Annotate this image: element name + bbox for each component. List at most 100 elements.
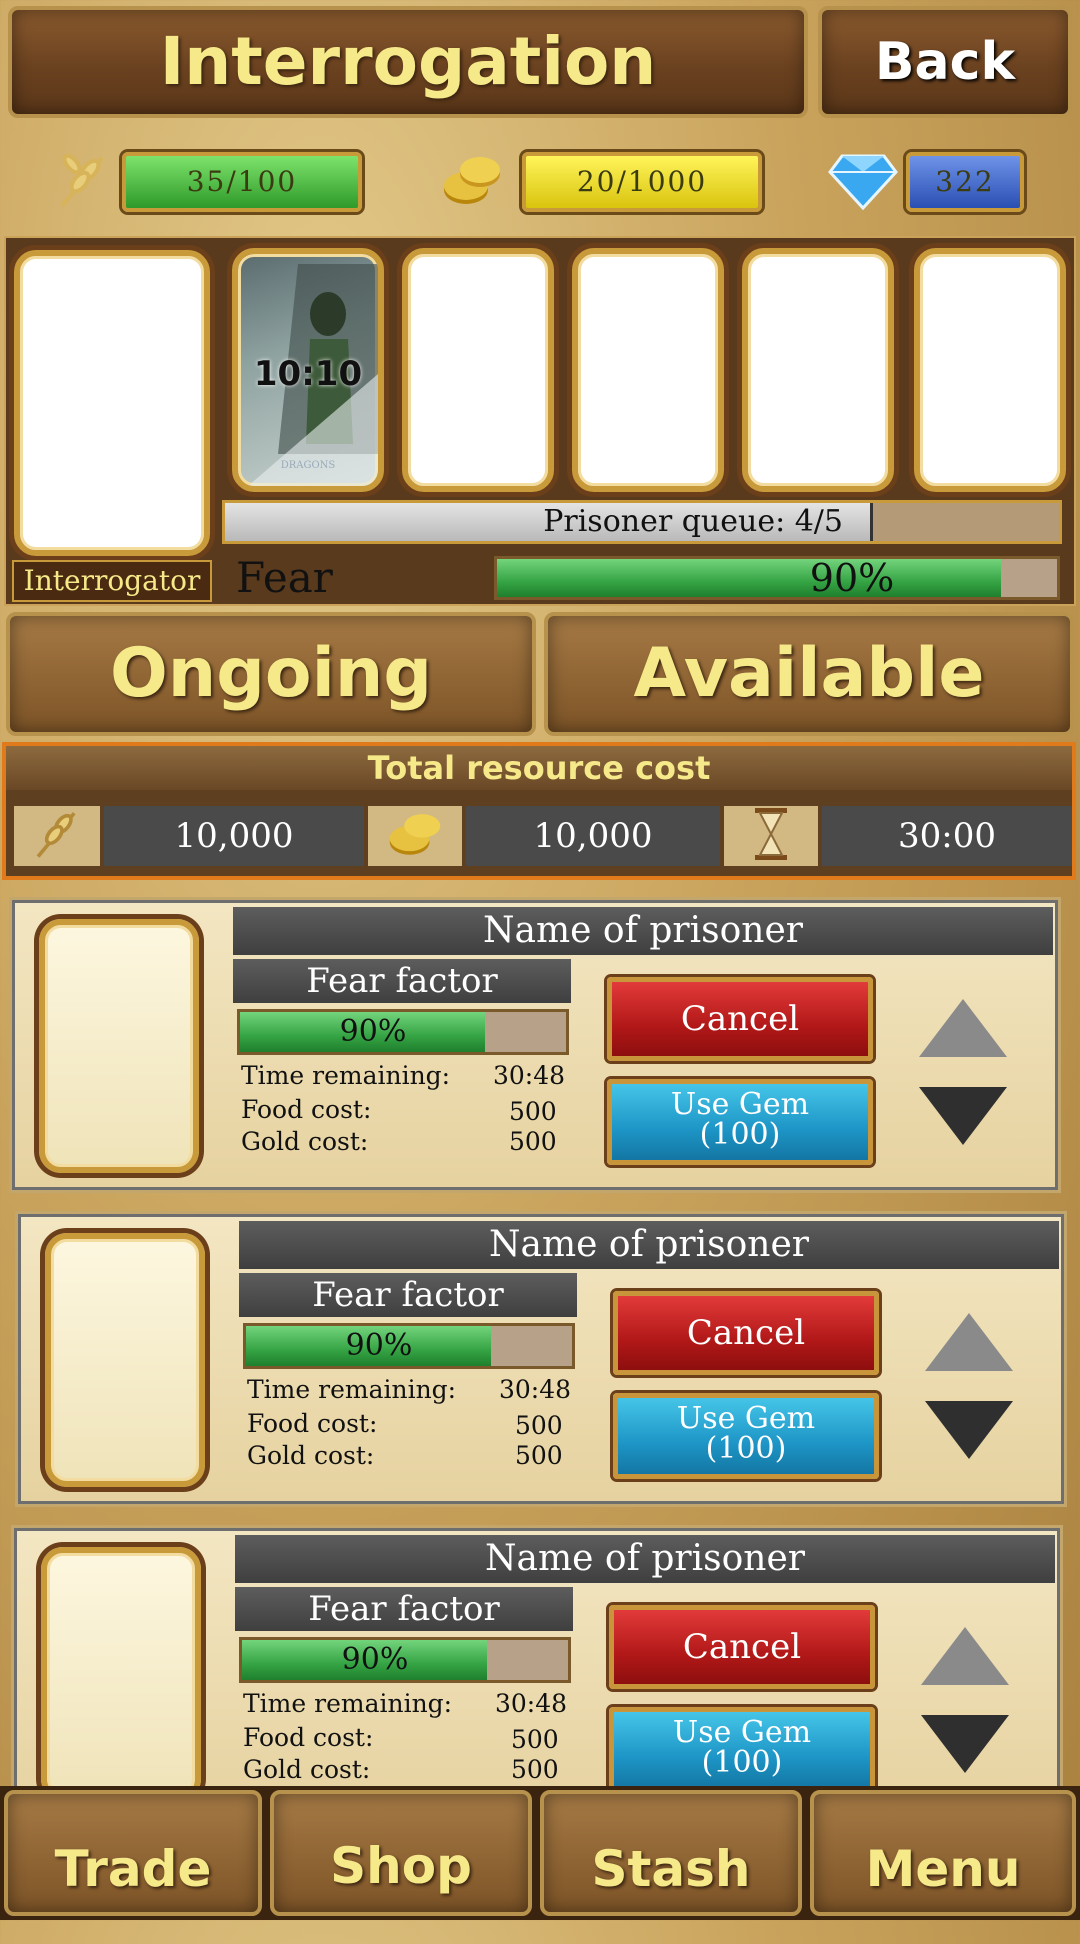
- nav-stash-button[interactable]: Stash: [540, 1790, 802, 1916]
- nav-menu-button[interactable]: Menu: [810, 1790, 1076, 1916]
- cost-wheat-icon: [14, 806, 100, 866]
- back-button[interactable]: Back: [818, 6, 1072, 118]
- use-gem-cost: (100): [699, 1117, 781, 1152]
- use-gem-cost: (100): [705, 1431, 787, 1466]
- tab-ongoing[interactable]: Ongoing: [6, 612, 536, 736]
- nav-shop-button[interactable]: Shop: [270, 1790, 532, 1916]
- tab-ongoing-label: Ongoing: [109, 634, 432, 713]
- prisoner-list-item: Name of prisoner Fear factor 90% Time re…: [12, 900, 1058, 1190]
- fear-factor-value: 90%: [809, 556, 895, 600]
- food-cost-value: 500: [509, 1097, 557, 1126]
- prisoner-portrait-slot[interactable]: [39, 919, 199, 1173]
- cost-food-value: 10,000: [104, 806, 364, 866]
- prisoner-fear-bar: 90%: [243, 1323, 575, 1369]
- food-counter-value: 35/100: [186, 165, 298, 198]
- move-down-arrow-icon[interactable]: [919, 1087, 1007, 1145]
- title-banner: Interrogation: [8, 6, 808, 118]
- gold-cost-label: Gold cost:: [241, 1127, 369, 1156]
- time-remaining-label: Time remaining:: [241, 1061, 451, 1090]
- food-cost-label: Food cost:: [247, 1409, 378, 1438]
- cancel-button[interactable]: Cancel: [613, 1291, 879, 1375]
- cost-coins-icon: [368, 806, 462, 866]
- gold-counter-value: 20/1000: [576, 165, 708, 198]
- tab-available-label: Available: [633, 634, 985, 713]
- gold-cost-label: Gold cost:: [243, 1755, 371, 1784]
- prisoner-name: Name of prisoner: [235, 1535, 1055, 1583]
- wheat-icon: [52, 150, 114, 212]
- nav-shop-label: Shop: [330, 1837, 472, 1895]
- food-cost-value: 500: [511, 1725, 559, 1754]
- queue-timer: 10:10: [253, 354, 363, 394]
- nav-menu-label: Menu: [865, 1840, 1021, 1898]
- move-up-arrow-icon[interactable]: [925, 1313, 1013, 1371]
- prisoner-fear-value: 90%: [345, 1328, 413, 1363]
- cost-gold-value: 10,000: [466, 806, 720, 866]
- queue-slot-3[interactable]: [572, 248, 724, 492]
- move-down-arrow-icon[interactable]: [925, 1401, 1013, 1459]
- prisoner-name: Name of prisoner: [233, 907, 1053, 955]
- time-remaining-value: 30:48: [495, 1689, 568, 1718]
- prisoner-list[interactable]: Name of prisoner Fear factor 90% Time re…: [0, 890, 1080, 1786]
- use-gem-button[interactable]: Use Gem (100): [607, 1079, 873, 1165]
- time-remaining-label: Time remaining:: [243, 1689, 453, 1718]
- gold-cost-value: 500: [509, 1127, 557, 1156]
- prisoner-list-item: Name of prisoner Fear factor 90% Time re…: [18, 1214, 1064, 1504]
- prisoner-name: Name of prisoner: [239, 1221, 1059, 1269]
- use-gem-label: Use Gem: [672, 1715, 812, 1750]
- food-cost-label: Food cost:: [243, 1723, 374, 1752]
- cost-hourglass-icon: [724, 806, 818, 866]
- cancel-button[interactable]: Cancel: [607, 977, 873, 1061]
- prisoner-list-item: Name of prisoner Fear factor 90% Time re…: [14, 1528, 1060, 1786]
- gold-cost-value: 500: [515, 1441, 563, 1470]
- prisoner-fear-bar: 90%: [239, 1637, 571, 1683]
- food-counter: 35/100: [122, 152, 362, 212]
- use-gem-button[interactable]: Use Gem (100): [613, 1393, 879, 1479]
- move-up-arrow-icon[interactable]: [921, 1627, 1009, 1685]
- tab-available[interactable]: Available: [544, 612, 1074, 736]
- prisoner-fear-bar: 90%: [237, 1009, 569, 1055]
- prisoner-fear-value: 90%: [339, 1014, 407, 1049]
- prisoner-queue-label: Prisoner queue: 4/5: [543, 504, 843, 539]
- use-gem-cost: (100): [701, 1745, 783, 1780]
- card-caption: DRAGONS: [280, 460, 336, 471]
- gold-cost-label: Gold cost:: [247, 1441, 375, 1470]
- total-cost-title: Total resource cost: [6, 746, 1072, 790]
- use-gem-button[interactable]: Use Gem (100): [609, 1707, 875, 1786]
- total-cost-panel: Total resource cost 10,000 10,000 30:00: [2, 742, 1076, 880]
- prisoner-portrait-slot[interactable]: [45, 1233, 205, 1487]
- prisoner-portrait-slot[interactable]: [41, 1547, 201, 1786]
- queue-slot-4[interactable]: [742, 248, 894, 492]
- cost-time-value: 30:00: [822, 806, 1072, 866]
- prisoner-fear-value: 90%: [341, 1642, 409, 1677]
- interrogator-label-text: Interrogator: [23, 564, 201, 597]
- page-title: Interrogation: [159, 23, 657, 100]
- food-cost-value: 500: [515, 1411, 563, 1440]
- time-remaining-value: 30:48: [499, 1375, 572, 1404]
- time-remaining-value: 30:48: [493, 1061, 566, 1090]
- queue-slot-2[interactable]: [402, 248, 554, 492]
- queue-slot-5[interactable]: [914, 248, 1066, 492]
- gem-counter: 322: [906, 152, 1024, 212]
- gold-cost-value: 500: [511, 1755, 559, 1784]
- interrogator-label: Interrogator: [12, 560, 212, 602]
- gold-counter: 20/1000: [522, 152, 762, 212]
- prisoner-fear-label: Fear factor: [235, 1587, 573, 1631]
- nav-trade-button[interactable]: Trade: [4, 1790, 262, 1916]
- use-gem-label: Use Gem: [670, 1087, 810, 1122]
- coins-icon: [440, 150, 504, 212]
- nav-stash-label: Stash: [591, 1840, 751, 1898]
- move-up-arrow-icon[interactable]: [919, 999, 1007, 1057]
- interrogator-slot[interactable]: [14, 250, 210, 556]
- nav-trade-label: Trade: [54, 1840, 212, 1898]
- prisoner-queue-bar: Prisoner queue: 4/5: [222, 500, 1062, 544]
- back-button-label: Back: [874, 32, 1016, 92]
- move-down-arrow-icon[interactable]: [921, 1715, 1009, 1773]
- prisoner-fear-label: Fear factor: [233, 959, 571, 1003]
- gem-counter-value: 322: [935, 165, 995, 198]
- food-cost-label: Food cost:: [241, 1095, 372, 1124]
- fear-factor-label: Fear factor:: [236, 553, 377, 658]
- time-remaining-label: Time remaining:: [247, 1375, 457, 1404]
- prisoner-fear-label: Fear factor: [239, 1273, 577, 1317]
- cancel-button[interactable]: Cancel: [609, 1605, 875, 1689]
- queue-slot-1[interactable]: 10:10 DRAGONS: [232, 248, 384, 492]
